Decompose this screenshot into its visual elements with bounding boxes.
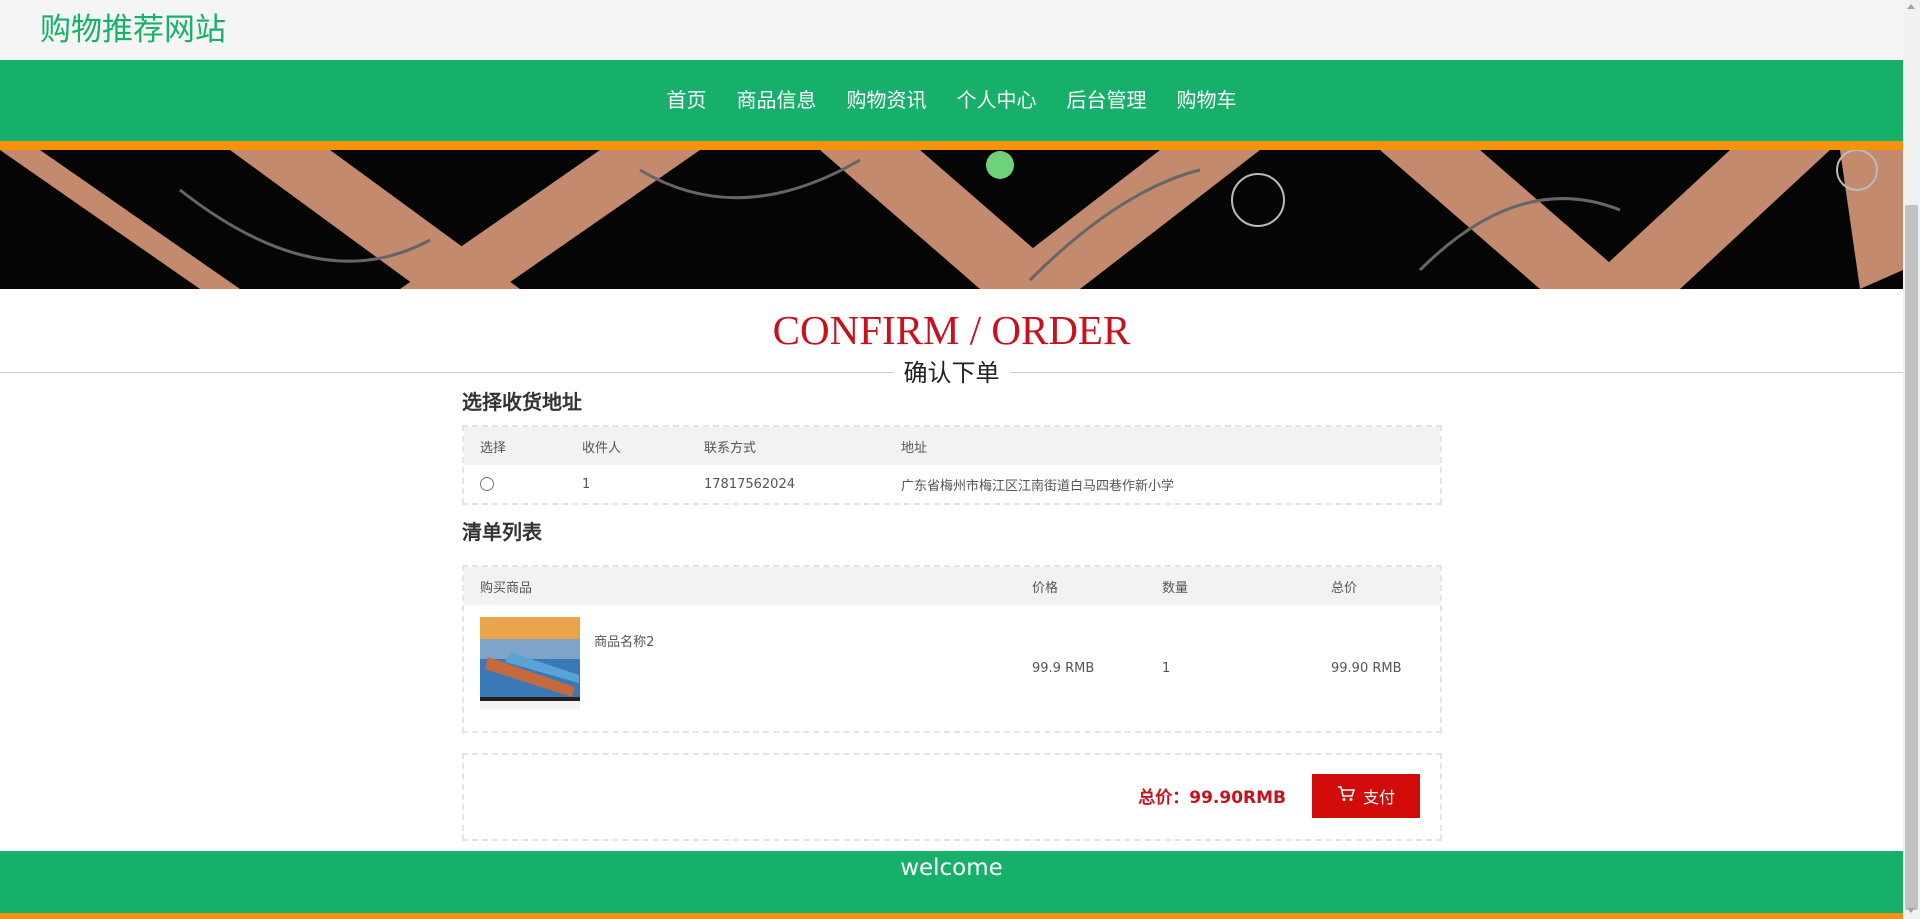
cart-col-qty: 数量 — [1146, 567, 1315, 605]
cart-table-box: 购买商品 价格 数量 总价 商品名称2 99.9 RMB 1 99.90 RMB — [462, 565, 1442, 733]
product-name[interactable]: 商品名称2 — [594, 631, 654, 650]
address-col-recipient: 收件人 — [566, 427, 688, 465]
table-row[interactable]: 1 17817562024 广东省梅州市梅江区江南街道白马四巷作新小学 — [464, 465, 1440, 503]
top-bar: 购物推荐网站 — [0, 0, 1903, 60]
nav-accent-stripe — [0, 141, 1903, 150]
address-col-select: 选择 — [464, 427, 566, 465]
nav-item-news[interactable]: 购物资讯 — [832, 60, 942, 141]
recipient-cell: 1 — [582, 476, 591, 492]
order-content: 选择收货地址 选择 收件人 联系方式 地址 1 17817562024 广东省梅… — [462, 385, 1442, 841]
address-heading: 选择收货地址 — [462, 390, 582, 414]
address-radio[interactable] — [480, 477, 494, 491]
nav-item-home[interactable]: 首页 — [652, 60, 722, 141]
scroll-down-arrow-icon[interactable] — [1907, 908, 1915, 913]
cart-col-total: 总价 — [1315, 567, 1440, 605]
qty-cell: 1 — [1162, 660, 1171, 676]
nav-item-admin[interactable]: 后台管理 — [1052, 60, 1162, 141]
main-nav: 首页 商品信息 购物资讯 个人中心 后台管理 购物车 — [0, 60, 1903, 141]
cart-col-price: 价格 — [1016, 567, 1146, 605]
address-table-box: 选择 收件人 联系方式 地址 1 17817562024 广东省梅州市梅江区江南… — [462, 425, 1442, 505]
footer: welcome — [0, 851, 1903, 913]
page-title-en: CONFIRM / ORDER — [772, 307, 1131, 353]
banner-image — [0, 150, 1903, 289]
price-cell: 99.9 RMB — [1032, 660, 1095, 676]
scrollbar-thumb[interactable] — [1905, 205, 1918, 910]
page: 购物推荐网站 首页 商品信息 购物资讯 个人中心 后台管理 购物车 CONFIR… — [0, 0, 1903, 919]
phone-cell: 17817562024 — [704, 476, 795, 492]
nav-item-cart[interactable]: 购物车 — [1162, 60, 1252, 141]
summary-box: 总价：99.90RMB 支付 — [462, 753, 1442, 841]
pay-button-label: 支付 — [1362, 790, 1395, 807]
table-row: 商品名称2 99.9 RMB 1 99.90 RMB — [464, 605, 1440, 731]
footer-accent-stripe — [0, 913, 1903, 919]
address-col-address: 地址 — [885, 427, 1440, 465]
cart-heading: 清单列表 — [462, 520, 542, 544]
nav-item-products[interactable]: 商品信息 — [722, 60, 832, 141]
cart-table: 购买商品 价格 数量 总价 商品名称2 99.9 RMB 1 99.90 RMB — [464, 567, 1440, 731]
footer-text: welcome — [900, 855, 1003, 881]
cart-col-product: 购买商品 — [464, 567, 1016, 605]
address-col-phone: 联系方式 — [688, 427, 885, 465]
pay-button[interactable]: 支付 — [1312, 774, 1420, 818]
product-thumbnail[interactable] — [480, 617, 580, 709]
site-title[interactable]: 购物推荐网站 — [40, 10, 226, 50]
vertical-scrollbar[interactable] — [1903, 0, 1920, 919]
grand-total: 总价：99.90RMB — [1138, 788, 1286, 808]
total-cell: 99.90 RMB — [1331, 660, 1402, 676]
address-table: 选择 收件人 联系方式 地址 1 17817562024 广东省梅州市梅江区江南… — [464, 427, 1440, 503]
address-cell: 广东省梅州市梅江区江南街道白马四巷作新小学 — [901, 478, 1175, 494]
nav-item-profile[interactable]: 个人中心 — [942, 60, 1052, 141]
cart-icon — [1337, 785, 1356, 807]
scroll-up-arrow-icon[interactable] — [1907, 4, 1915, 9]
